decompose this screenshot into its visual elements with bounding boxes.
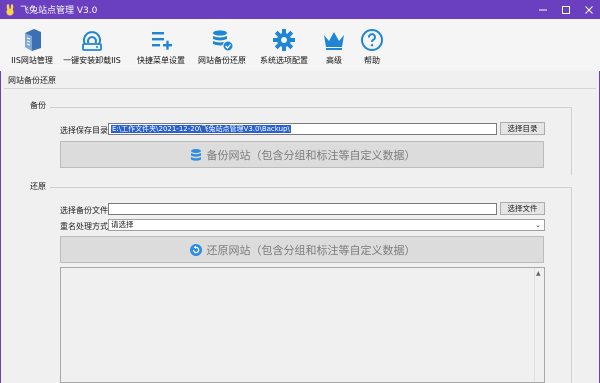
toolbar: IIS网站管理 一键安装卸载IIS 快捷菜单设置 网站备份还原 系统选项配置 高…: [0, 19, 600, 71]
restore-button[interactable]: 还原网站（包含分组和标注等自定义数据）: [60, 236, 544, 263]
help-icon: [358, 26, 386, 53]
log-textarea[interactable]: ▲: [60, 267, 545, 383]
tool-quick-menu[interactable]: 快捷菜单设置: [134, 26, 188, 66]
tool-help[interactable]: 帮助: [358, 26, 386, 66]
scroll-up-icon[interactable]: ▲: [536, 270, 541, 277]
save-dir-input[interactable]: E:\工作文件夹\2021-12-20\飞兔站点管理V3.0\Backup\: [108, 123, 497, 135]
divider: [4, 88, 596, 89]
rename-mode-label: 重名处理方式: [60, 222, 108, 231]
maximize-button[interactable]: [554, 0, 577, 19]
rename-mode-select[interactable]: 请选择 ⌄: [108, 219, 545, 231]
tool-label: 帮助: [364, 56, 380, 65]
menu-add-icon: [147, 26, 175, 53]
title-bar: 飞兔站点管理 V3.0: [0, 0, 600, 19]
database-icon: [208, 26, 236, 53]
restore-group-title: 还原: [30, 181, 50, 192]
restore-icon: [189, 243, 203, 257]
choose-file-button[interactable]: 选择文件: [500, 202, 545, 215]
minimize-button[interactable]: [531, 0, 554, 19]
database-icon: [189, 148, 203, 162]
tool-label: IIS网站管理: [11, 56, 53, 65]
tool-iis-manage[interactable]: IIS网站管理: [8, 26, 56, 66]
rabbit-app-icon: [4, 3, 16, 16]
backup-button-label: 备份网站（包含分组和标注等自定义数据）: [206, 148, 416, 162]
close-button[interactable]: [577, 0, 600, 19]
tool-label: 系统选项配置: [260, 56, 308, 65]
chevron-down-icon: ⌄: [535, 221, 541, 229]
tool-label: 网站备份还原: [198, 56, 246, 65]
window-title: 飞兔站点管理 V3.0: [20, 6, 98, 16]
backup-file-label: 选择备份文件: [60, 206, 108, 215]
tool-label: 快捷菜单设置: [137, 56, 185, 65]
restore-button-label: 还原网站（包含分组和标注等自定义数据）: [206, 243, 416, 257]
rename-mode-value: 请选择: [111, 220, 134, 229]
disk-drive-icon: [78, 26, 106, 53]
page-title: 网站备份还原: [8, 76, 56, 85]
choose-dir-button[interactable]: 选择目录: [500, 122, 545, 135]
tool-label: 一键安装卸载IIS: [63, 56, 121, 65]
save-dir-value: E:\工作文件夹\2021-12-20\飞兔站点管理V3.0\Backup\: [111, 125, 291, 133]
backup-button[interactable]: 备份网站（包含分组和标注等自定义数据）: [60, 141, 544, 168]
tool-install-iis[interactable]: 一键安装卸载IIS: [62, 26, 122, 66]
backup-group-title: 备份: [30, 100, 50, 111]
tool-backup-restore[interactable]: 网站备份还原: [196, 26, 248, 66]
tool-advanced[interactable]: 高级: [320, 26, 348, 66]
server-icon: [18, 26, 46, 53]
backup-file-input[interactable]: [108, 203, 497, 215]
tool-system-options[interactable]: 系统选项配置: [257, 26, 311, 66]
save-dir-label: 选择保存目录: [60, 126, 108, 135]
crown-icon: [320, 26, 348, 53]
gear-icon: [270, 26, 298, 53]
vertical-scrollbar[interactable]: ▲: [534, 268, 544, 382]
tool-label: 高级: [326, 56, 342, 65]
